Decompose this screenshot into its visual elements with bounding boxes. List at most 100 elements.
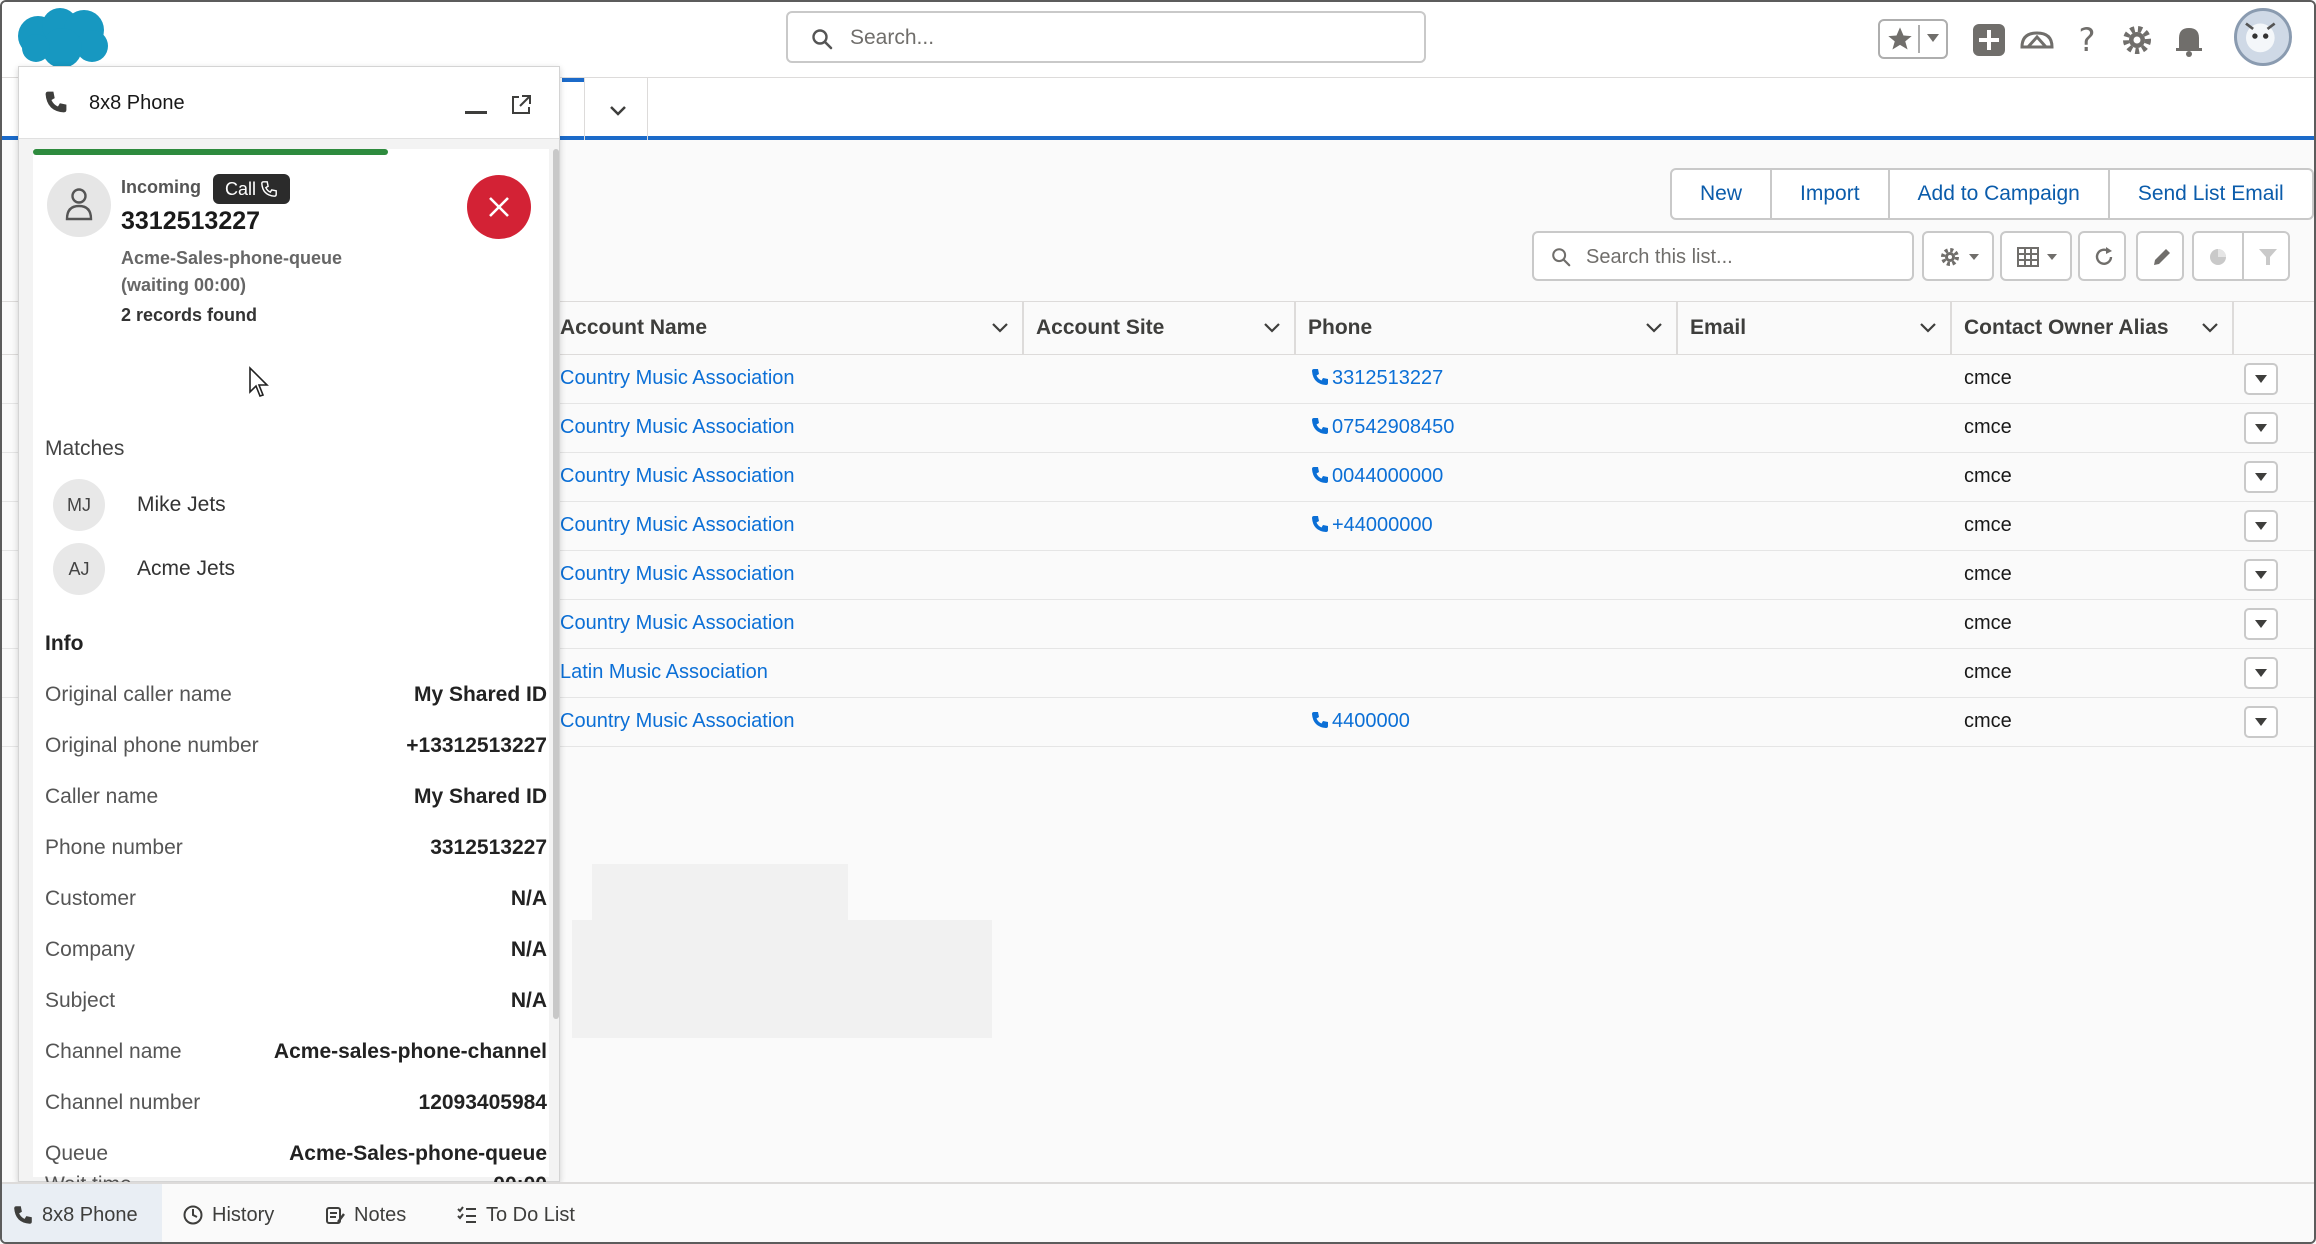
row-actions-button[interactable] bbox=[2244, 559, 2278, 591]
info-row: Channel name Acme-sales-phone-channel bbox=[45, 1040, 547, 1063]
search-icon bbox=[812, 29, 833, 50]
row-actions-button[interactable] bbox=[2244, 510, 2278, 542]
owner-alias: cmce bbox=[1964, 367, 2012, 389]
info-row: Original caller name My Shared ID bbox=[45, 683, 547, 706]
match-item[interactable]: AJ Acme Jets bbox=[53, 543, 513, 595]
chevron-down-icon[interactable] bbox=[2200, 320, 2220, 336]
info-heading: Info bbox=[45, 632, 84, 655]
owner-alias: cmce bbox=[1964, 710, 2012, 732]
salesforce-cloud-logo[interactable] bbox=[14, 6, 112, 70]
utility-item-to-do-list[interactable]: To Do List bbox=[456, 1184, 575, 1242]
help-icon[interactable]: ? bbox=[2068, 21, 2106, 59]
minimize-button[interactable] bbox=[465, 111, 487, 114]
row-actions-button[interactable] bbox=[2244, 363, 2278, 395]
global-search[interactable]: Search... bbox=[786, 11, 1426, 63]
owner-alias: cmce bbox=[1964, 514, 2012, 536]
utility-item-notes[interactable]: Notes bbox=[324, 1184, 406, 1242]
owner-alias: cmce bbox=[1964, 465, 2012, 487]
info-row: Caller name My Shared ID bbox=[45, 785, 547, 808]
notifications-bell-icon[interactable] bbox=[2170, 21, 2208, 59]
account-name-link[interactable]: Country Music Association bbox=[560, 710, 795, 733]
add-to-campaign-button[interactable]: Add to Campaign bbox=[1890, 170, 2110, 218]
chevron-down-icon[interactable] bbox=[1918, 320, 1938, 336]
match-item[interactable]: MJ Mike Jets bbox=[53, 479, 513, 531]
filter-icon[interactable] bbox=[2256, 245, 2280, 269]
account-name-link[interactable]: Country Music Association bbox=[560, 465, 795, 488]
account-name-link[interactable]: Country Music Association bbox=[560, 612, 795, 635]
column-header-contact-owner-alias[interactable]: Contact Owner Alias bbox=[1952, 302, 2234, 354]
list-search-placeholder: Search this list... bbox=[1586, 246, 1733, 268]
loading-placeholder bbox=[572, 920, 992, 1038]
column-header-phone[interactable]: Phone bbox=[1296, 302, 1678, 354]
softphone-header: 8x8 Phone bbox=[19, 67, 559, 139]
column-header-account-name[interactable]: Account Name bbox=[548, 302, 1024, 354]
send-list-email-button[interactable]: Send List Email bbox=[2110, 170, 2312, 218]
user-avatar[interactable] bbox=[2234, 8, 2292, 66]
star-icon bbox=[1888, 27, 1912, 50]
trailhead-icon[interactable] bbox=[2018, 21, 2056, 59]
chevron-down-icon[interactable] bbox=[1262, 320, 1282, 336]
chevron-down-icon bbox=[2255, 522, 2267, 530]
info-row: Subject N/A bbox=[45, 989, 547, 1012]
info-row: Phone number 3312513227 bbox=[45, 836, 547, 859]
chevron-down-icon bbox=[2255, 473, 2267, 481]
list-view-controls-button[interactable] bbox=[1922, 231, 1994, 281]
display-as-table-button[interactable] bbox=[2000, 231, 2072, 281]
row-actions-button[interactable] bbox=[2244, 608, 2278, 640]
list-actions-button-group: New Import Add to Campaign Send List Ema… bbox=[1670, 168, 2314, 220]
info-row: Wait time00:00 bbox=[45, 1167, 547, 1183]
phone-link[interactable]: +44000000 bbox=[1310, 514, 1433, 537]
call-progress-bar bbox=[33, 149, 388, 155]
phone-icon bbox=[1312, 418, 1328, 434]
column-header-email[interactable]: Email bbox=[1678, 302, 1952, 354]
softphone-panel: 8x8 Phone Incoming Call 3312513227 Acme-… bbox=[18, 66, 560, 1183]
call-type-badge: Call bbox=[213, 174, 291, 204]
pie-chart-icon[interactable] bbox=[2206, 245, 2230, 269]
chevron-down-icon bbox=[2255, 718, 2267, 726]
column-header-account-site[interactable]: Account Site bbox=[1024, 302, 1296, 354]
account-name-link[interactable]: Country Music Association bbox=[560, 514, 795, 537]
global-actions-plus-icon[interactable] bbox=[1970, 21, 2008, 59]
refresh-button[interactable] bbox=[2078, 231, 2126, 281]
inline-edit-button[interactable] bbox=[2136, 231, 2184, 281]
chevron-down-icon[interactable] bbox=[990, 320, 1010, 336]
phone-link[interactable]: 4400000 bbox=[1310, 710, 1410, 733]
gear-icon bbox=[1941, 248, 1959, 266]
panel-scrollbar[interactable] bbox=[553, 149, 559, 1019]
more-tabs-button[interactable] bbox=[584, 78, 648, 140]
charts-filters-group bbox=[2192, 231, 2290, 281]
owner-alias: cmce bbox=[1964, 416, 2012, 438]
account-name-link[interactable]: Country Music Association bbox=[560, 416, 795, 439]
row-actions-button[interactable] bbox=[2244, 706, 2278, 738]
new-button[interactable]: New bbox=[1672, 170, 1773, 218]
phone-link[interactable]: 3312513227 bbox=[1310, 367, 1443, 390]
account-name-link[interactable]: Country Music Association bbox=[560, 367, 795, 390]
close-icon bbox=[489, 197, 509, 217]
account-name-link[interactable]: Latin Music Association bbox=[560, 661, 768, 684]
chevron-down-icon bbox=[610, 106, 626, 116]
row-actions-button[interactable] bbox=[2244, 657, 2278, 689]
info-row: Original phone number +13312513227 bbox=[45, 734, 547, 757]
phone-icon bbox=[261, 181, 277, 197]
favorites-button[interactable] bbox=[1878, 19, 1948, 59]
utility-item-history[interactable]: History bbox=[182, 1184, 274, 1242]
match-name[interactable]: Acme Jets bbox=[137, 557, 235, 581]
hang-up-button[interactable] bbox=[467, 175, 531, 239]
phone-icon bbox=[45, 91, 67, 113]
list-search-input[interactable]: Search this list... bbox=[1532, 231, 1914, 281]
utility-item-8x8-phone[interactable]: 8x8 Phone bbox=[2, 1184, 162, 1242]
row-actions-button[interactable] bbox=[2244, 461, 2278, 493]
import-button[interactable]: Import bbox=[1772, 170, 1890, 218]
chevron-down-icon[interactable] bbox=[1644, 320, 1664, 336]
search-placeholder: Search... bbox=[850, 26, 935, 49]
phone-link[interactable]: 07542908450 bbox=[1310, 416, 1454, 439]
account-name-link[interactable]: Country Music Association bbox=[560, 563, 795, 586]
gear-icon[interactable] bbox=[2118, 21, 2156, 59]
popout-icon[interactable] bbox=[509, 93, 533, 117]
caller-number: 3312513227 bbox=[121, 207, 261, 235]
chevron-down-icon bbox=[2255, 669, 2267, 677]
owner-alias: cmce bbox=[1964, 661, 2012, 683]
phone-link[interactable]: 0044000000 bbox=[1310, 465, 1443, 488]
match-name[interactable]: Mike Jets bbox=[137, 493, 226, 517]
row-actions-button[interactable] bbox=[2244, 412, 2278, 444]
